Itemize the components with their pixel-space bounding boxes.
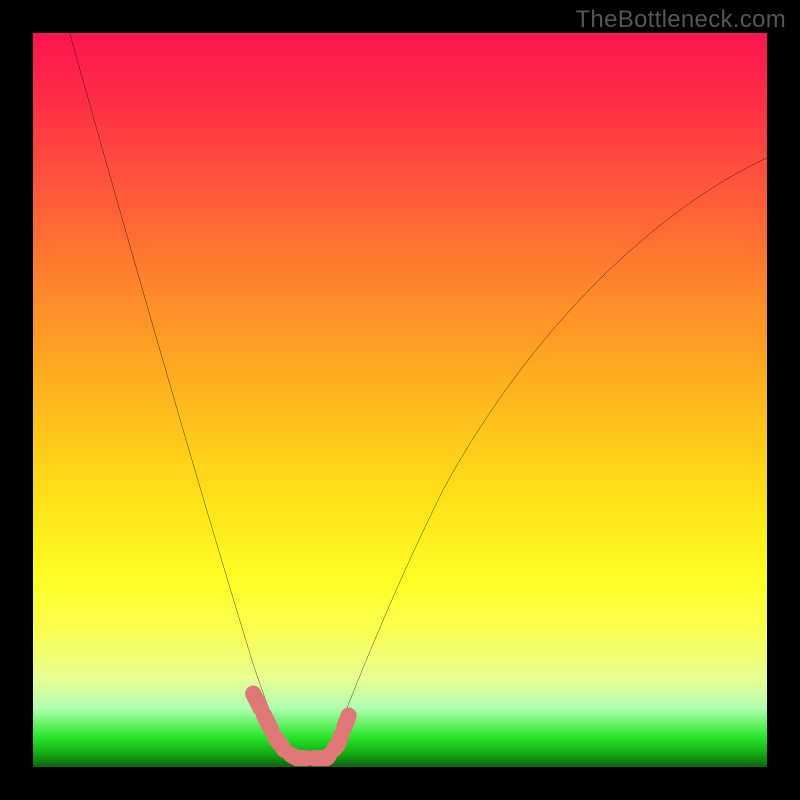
- chart-container: TheBottleneck.com: [0, 0, 800, 800]
- plot-area: [33, 33, 767, 767]
- curve-svg: [33, 33, 767, 767]
- right-curve: [327, 158, 767, 760]
- watermark-text: TheBottleneck.com: [575, 6, 786, 34]
- left-curve: [70, 33, 290, 760]
- highlight-base: [253, 694, 348, 759]
